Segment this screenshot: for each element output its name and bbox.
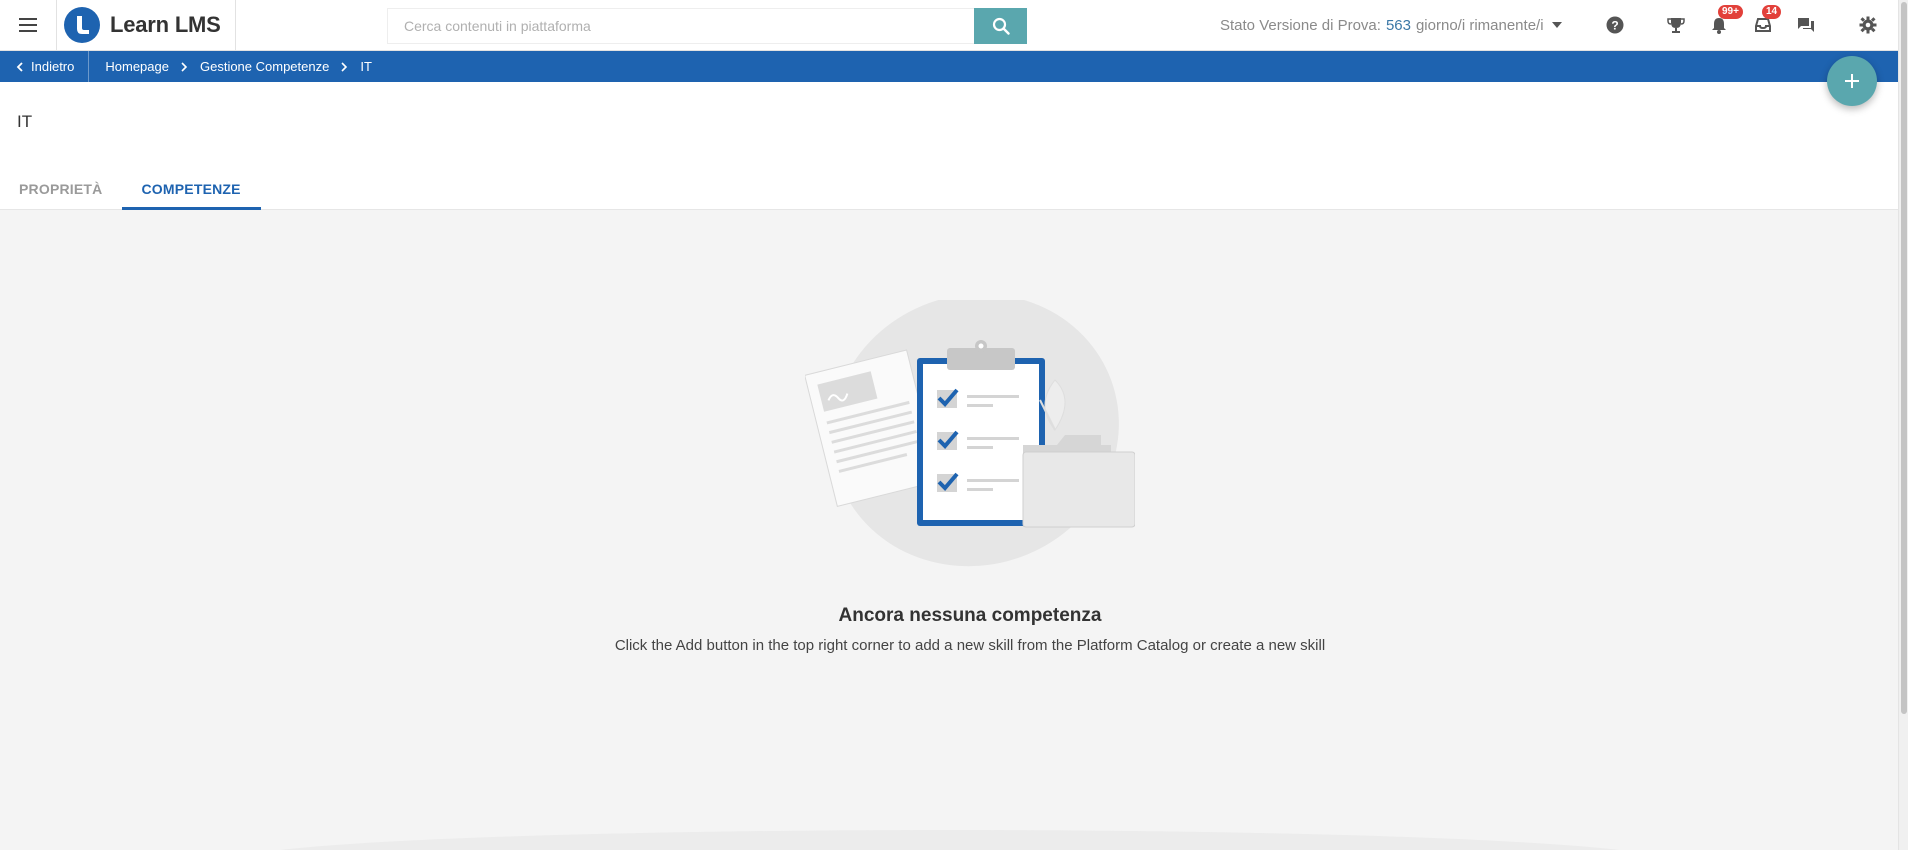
back-button[interactable]: Indietro — [0, 51, 90, 82]
empty-state-subtitle: Click the Add button in the top right co… — [614, 637, 1326, 654]
empty-state-title: Ancora nessuna competenza — [838, 605, 1102, 626]
breadcrumb-homepage[interactable]: Homepage — [105, 59, 169, 74]
chevron-right-icon — [341, 61, 348, 72]
trial-status-dropdown[interactable]: Stato Versione di Prova: 563 giorno/i ri… — [1220, 0, 1562, 50]
tab-proprieta[interactable]: PROPRIETÀ — [0, 168, 122, 210]
tab-competenze[interactable]: COMPETENZE — [122, 168, 261, 210]
inbox-badge: 14 — [1762, 5, 1782, 19]
background-decoration — [240, 830, 1660, 850]
breadcrumb: Indietro Homepage Gestione Competenze IT — [0, 51, 1898, 82]
add-button[interactable] — [1827, 56, 1877, 106]
search-input[interactable] — [387, 8, 974, 44]
chevron-right-icon — [181, 61, 188, 72]
notifications-badge: 99+ — [1718, 5, 1743, 19]
trophy-icon[interactable] — [1663, 12, 1689, 38]
back-label: Indietro — [31, 59, 75, 74]
brand-logo-icon — [64, 7, 100, 43]
chevron-left-icon — [16, 61, 23, 72]
trial-days: 563 — [1385, 16, 1411, 34]
page-scrollbar[interactable] — [1898, 0, 1908, 850]
inbox-icon[interactable]: 14 — [1750, 5, 1782, 38]
breadcrumb-current: IT — [360, 59, 372, 74]
settings-icon[interactable] — [1855, 12, 1881, 38]
chat-icon[interactable] — [1793, 12, 1819, 38]
page-title: IT — [17, 112, 33, 131]
page-header: IT PROPRIETÀ COMPETENZE — [0, 82, 1898, 210]
search-button[interactable] — [974, 8, 1027, 44]
hamburger-menu-icon[interactable] — [0, 0, 56, 50]
empty-clipboard-illustration — [805, 300, 1135, 567]
top-header: Learn LMS Stato Versione di Prova: 563 g… — [0, 0, 1898, 51]
empty-state: Ancora nessuna competenza Click the Add … — [0, 210, 1898, 850]
trial-suffix: giorno/i rimanente/i — [1415, 16, 1544, 34]
tab-bar: PROPRIETÀ COMPETENZE — [0, 168, 261, 210]
notifications-icon[interactable]: 99+ — [1706, 5, 1743, 38]
search-bar — [387, 8, 1027, 44]
trial-prefix: Stato Versione di Prova: — [1220, 16, 1381, 34]
breadcrumb-trail: Homepage Gestione Competenze IT — [89, 59, 372, 74]
breadcrumb-gestione-competenze[interactable]: Gestione Competenze — [200, 59, 329, 74]
brand-name: Learn LMS — [110, 12, 221, 37]
search-icon — [992, 17, 1010, 35]
plus-icon — [1845, 74, 1859, 88]
caret-down-icon — [1551, 22, 1562, 28]
brand-logo-link[interactable]: Learn LMS — [56, 0, 236, 50]
scrollbar-thumb[interactable] — [1901, 2, 1907, 714]
help-icon[interactable]: ? — [1602, 12, 1628, 38]
svg-text:?: ? — [1611, 19, 1618, 33]
